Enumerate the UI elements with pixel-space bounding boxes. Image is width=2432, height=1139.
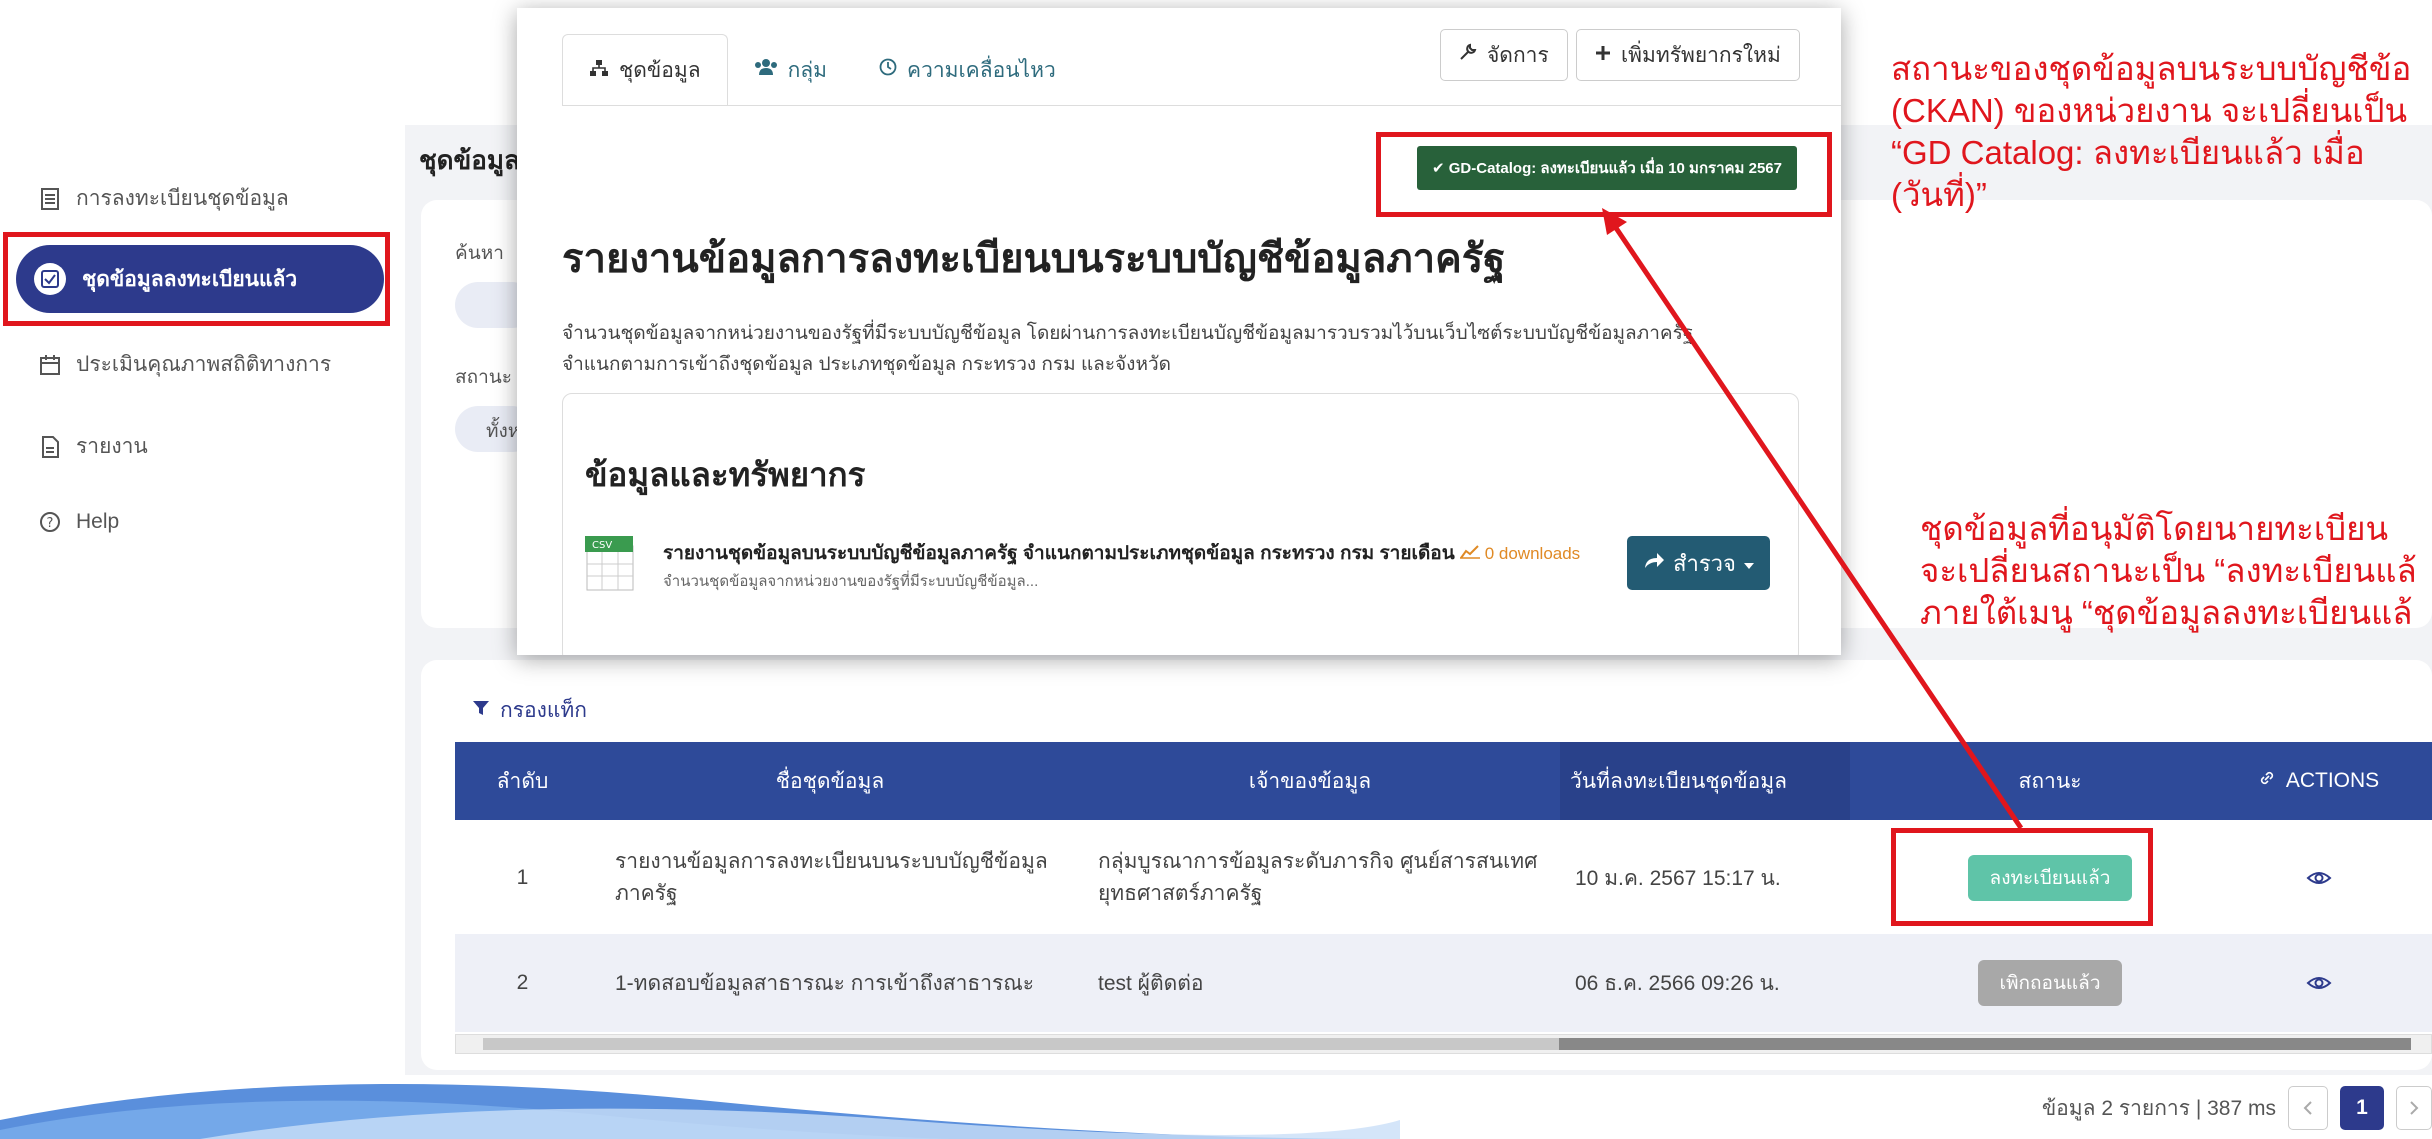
- table-header: ลำดับ ชื่อชุดข้อมูล เจ้าของข้อมูล วันที่…: [455, 742, 2432, 820]
- tab-activity[interactable]: ความเคลื่อนไหว: [853, 34, 1082, 106]
- manage-button[interactable]: จัดการ: [1440, 29, 1568, 81]
- dataset-name[interactable]: 1-ทดสอบข้อมูลสาธารณะ การเข้าถึงสาธารณะ: [615, 934, 1065, 1032]
- ckan-dataset-popup: ชุดข้อมูล กลุ่ม ความเคลื่อนไหว จัดการ เพ…: [517, 8, 1841, 655]
- chevron-left-icon: [2303, 1101, 2312, 1115]
- wrench-icon: [1459, 43, 1477, 67]
- report-icon: [38, 435, 62, 459]
- plus-icon: [1595, 43, 1611, 67]
- view-button[interactable]: [2205, 822, 2432, 934]
- calendar-icon: [38, 353, 62, 377]
- resources-heading: ข้อมูลและทรัพยากร: [585, 456, 866, 493]
- sidebar-item-registration[interactable]: การลงทะเบียนชุดข้อมูล: [38, 182, 289, 215]
- resource-title[interactable]: รายงานชุดข้อมูลบนระบบบัญชีข้อมูลภาครัฐ จ…: [663, 538, 1580, 568]
- tab-datasets[interactable]: ชุดข้อมูล: [562, 34, 728, 106]
- next-page-button[interactable]: [2396, 1086, 2432, 1130]
- register-list-icon: [38, 187, 62, 211]
- dataset-description: จำนวนชุดข้อมูลจากหน่วยงานของรัฐที่มีระบบ…: [562, 323, 1694, 375]
- sidebar-item-label: รายงาน: [76, 435, 148, 458]
- dataset-owner: test ผู้ติดต่อ: [1098, 971, 1204, 995]
- highlight-box-gd-catalog: [1376, 132, 1832, 217]
- horizontal-scrollbar[interactable]: [455, 1034, 2432, 1054]
- view-button[interactable]: [2205, 934, 2432, 1032]
- users-icon: [754, 58, 778, 82]
- dataset-name[interactable]: รายงานข้อมูลการลงทะเบียนบนระบบบัญชีข้อมู…: [615, 822, 1065, 934]
- scrollbar-thumb[interactable]: [1559, 1038, 2411, 1050]
- table-row[interactable]: 2 1-ทดสอบข้อมูลสาธารณะ การเข้าถึงสาธารณะ…: [455, 934, 2432, 1032]
- filter-tags-button[interactable]: กรองแท็ก: [472, 694, 587, 727]
- column-header-registered-date[interactable]: วันที่ลงทะเบียนชุดข้อมูล: [1560, 742, 1850, 820]
- svg-text:?: ?: [47, 516, 54, 531]
- link-icon: [2258, 769, 2276, 793]
- search-label: ค้นหา: [455, 243, 504, 264]
- prev-page-button[interactable]: [2288, 1086, 2328, 1130]
- row-number: 1: [516, 866, 529, 889]
- status-badge: เพิกถอนแล้ว: [1977, 960, 2123, 1006]
- status-filter-label: ทั้งห: [486, 421, 521, 442]
- page-number-current[interactable]: 1: [2340, 1086, 2384, 1130]
- dataset-owner: กลุ่มบูรณาการข้อมูลระดับภารกิจ ศูนย์สารส…: [1098, 850, 1538, 905]
- row-number: 2: [516, 971, 529, 994]
- decorative-wave: [0, 1084, 1400, 1139]
- pagination: ข้อมูล 2 รายการ | 387 ms 1: [2042, 1086, 2432, 1130]
- eye-icon: [2306, 977, 2331, 989]
- resource-subtitle: จำนวนชุดข้อมูลจากหน่วยงานของรัฐที่มีระบบ…: [663, 573, 1039, 590]
- clock-icon: [879, 58, 897, 82]
- eye-icon: [2306, 872, 2331, 884]
- sitemap-icon: [589, 59, 609, 83]
- sidebar-item-label: การลงทะเบียนชุดข้อมูล: [76, 187, 289, 210]
- chart-line-icon: [1459, 545, 1480, 559]
- sidebar: การลงทะเบียนชุดข้อมูล ชุดข้อมูลลงทะเบียน…: [0, 0, 405, 1139]
- column-header-owner[interactable]: เจ้าของข้อมูล: [1070, 742, 1550, 820]
- resource-downloads: 0 downloads: [1459, 544, 1580, 563]
- chevron-right-icon: [2410, 1101, 2419, 1115]
- popup-tabs: ชุดข้อมูล กลุ่ม ความเคลื่อนไหว: [562, 34, 1082, 106]
- column-header-status[interactable]: สถานะ: [1895, 742, 2205, 820]
- page-title: ชุดข้อมูล: [419, 145, 520, 175]
- column-header-actions: ACTIONS: [2205, 742, 2432, 820]
- sidebar-item-report[interactable]: รายงาน: [38, 430, 148, 463]
- filter-icon: [472, 699, 490, 723]
- status-label: สถานะ: [455, 367, 512, 388]
- status-cell: เพิกถอนแล้ว: [1895, 934, 2205, 1032]
- dataset-heading: รายงานข้อมูลการลงทะเบียนบนระบบบัญชีข้อมู…: [562, 237, 1506, 281]
- column-header-no[interactable]: ลำดับ: [455, 742, 590, 820]
- sidebar-item-quality-assessment[interactable]: ประเมินคุณภาพสถิติทางการ: [38, 348, 331, 381]
- add-resource-button[interactable]: เพิ่มทรัพยากรใหม่: [1576, 29, 1800, 81]
- svg-text:CSV: CSV: [592, 540, 612, 551]
- caret-down-icon: [1743, 550, 1754, 576]
- filter-tags-label: กรองแท็ก: [500, 699, 587, 722]
- tab-divider: [562, 105, 1841, 106]
- sidebar-item-label: Help: [76, 510, 120, 533]
- tab-groups[interactable]: กลุ่ม: [728, 34, 853, 106]
- screen: การลงทะเบียนชุดข้อมูล ชุดข้อมูลลงทะเบียน…: [0, 0, 2432, 1139]
- annotation-approved-status: ชุดข้อมูลที่อนุมัติโดยนายทะเบียน จะเปลี่…: [1920, 510, 2417, 631]
- explore-dropdown-button[interactable]: สำรวจ: [1627, 536, 1770, 590]
- sidebar-item-label: ประเมินคุณภาพสถิติทางการ: [76, 353, 332, 376]
- registered-date: 10 ม.ค. 2567 15:17 น.: [1575, 866, 1781, 890]
- resource-item[interactable]: CSV รายงานชุดข้อมูลบนระบบบัญชีข้อมูลภาคร…: [585, 536, 1785, 596]
- sidebar-item-help[interactable]: ? Help: [38, 510, 119, 534]
- footer-info: ข้อมูล 2 รายการ | 387 ms: [2041, 1096, 2276, 1120]
- share-arrow-icon: [1643, 550, 1665, 576]
- highlight-box-sidebar: [3, 232, 390, 326]
- help-circle-icon: ?: [38, 510, 62, 534]
- registered-date: 06 ธ.ค. 2566 09:26 น.: [1575, 971, 1780, 995]
- annotation-ckan-status: สถานะของชุดข้อมูลบนระบบบัญชีข้อ (CKAN) ข…: [1891, 50, 2412, 213]
- column-header-name[interactable]: ชื่อชุดข้อมูล: [590, 742, 1070, 820]
- csv-file-icon: CSV: [585, 536, 634, 591]
- resources-card: [562, 393, 1799, 655]
- highlight-box-status: [1891, 828, 2153, 926]
